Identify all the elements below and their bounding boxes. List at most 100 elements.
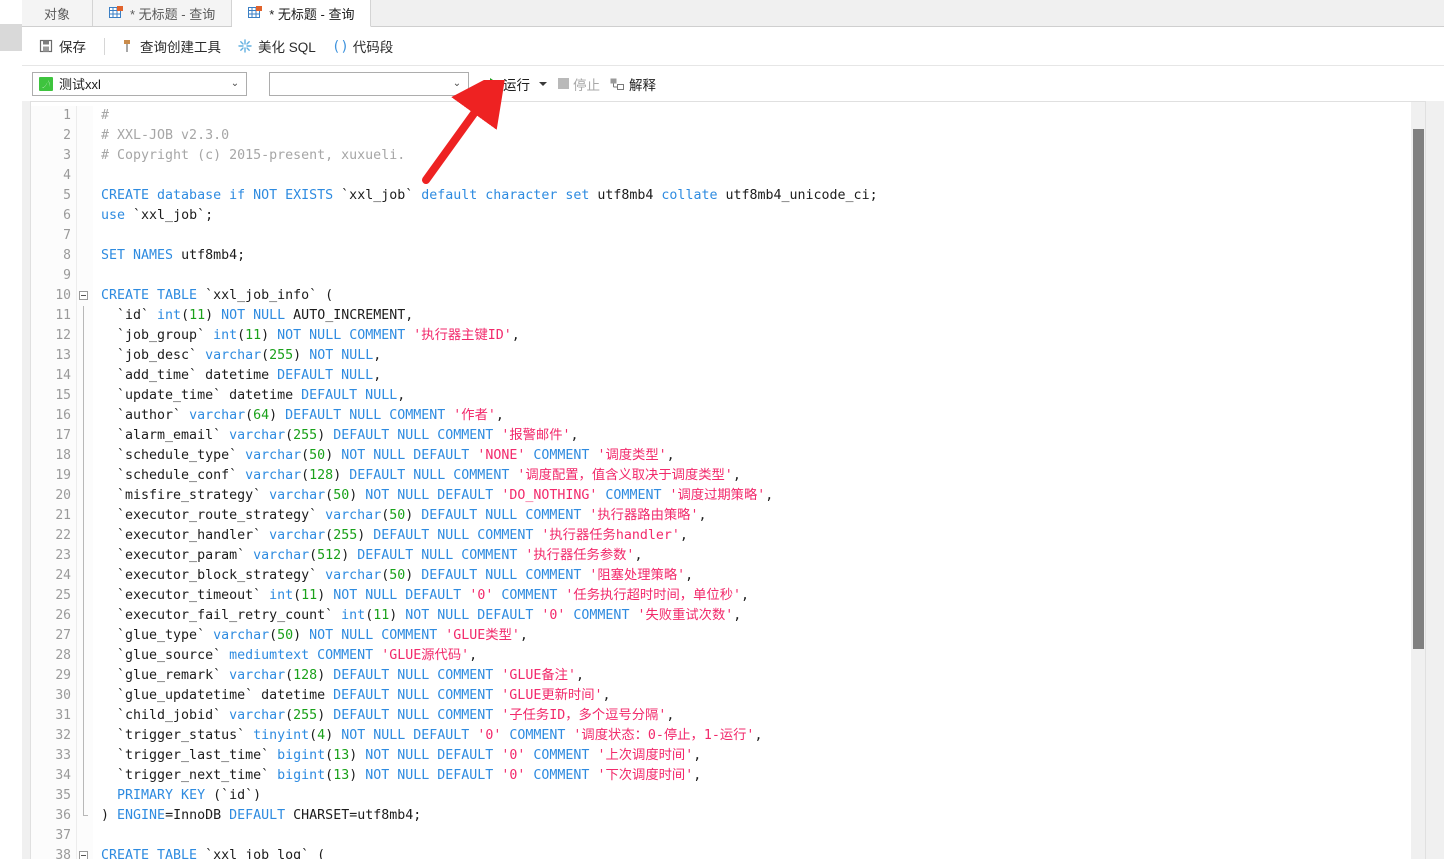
line-number: 8 <box>31 246 77 266</box>
fold-column[interactable] <box>77 426 93 446</box>
fold-guide-line <box>83 586 84 606</box>
fold-column[interactable] <box>77 346 93 366</box>
fold-column[interactable] <box>77 226 93 246</box>
fold-guide-line <box>83 426 84 446</box>
fold-column[interactable] <box>77 466 93 486</box>
fold-column[interactable] <box>77 506 93 526</box>
fold-column[interactable] <box>77 566 93 586</box>
fold-column[interactable] <box>77 706 93 726</box>
fold-column[interactable] <box>77 726 93 746</box>
fold-column[interactable] <box>77 326 93 346</box>
fold-column[interactable] <box>77 646 93 666</box>
code-line: 27 `glue_type` varchar(50) NOT NULL COMM… <box>31 626 1411 646</box>
fold-column[interactable] <box>77 766 93 786</box>
explain-button[interactable]: 解释 <box>605 72 661 96</box>
fold-column[interactable] <box>77 686 93 706</box>
fold-collapse-icon[interactable] <box>79 291 88 300</box>
code-line-text: `glue_updatetime` datetime DEFAULT NULL … <box>101 688 611 703</box>
code-line-text: `glue_source` mediumtext COMMENT 'GLUE源代… <box>101 648 478 663</box>
explain-icon <box>610 77 625 91</box>
line-number: 23 <box>31 546 77 566</box>
code-line: 12 `job_group` int(11) NOT NULL COMMENT … <box>31 326 1411 346</box>
tab-query-1[interactable]: * 无标题 - 查询 <box>93 0 233 26</box>
save-button[interactable]: 保存 <box>38 36 86 56</box>
fold-column[interactable] <box>77 106 93 126</box>
line-number: 24 <box>31 566 77 586</box>
code-line-text: `glue_remark` varchar(128) DEFAULT NULL … <box>101 668 584 683</box>
code-line-text: `misfire_strategy` varchar(50) NOT NULL … <box>101 488 774 503</box>
code-line-text: `trigger_status` tinyint(4) NOT NULL DEF… <box>101 728 763 743</box>
fold-column[interactable] <box>77 806 93 826</box>
fold-column[interactable] <box>77 606 93 626</box>
code-line: 38 CREATE TABLE `xxl_job_log` ( <box>31 846 1411 859</box>
fold-guide-line <box>83 546 84 566</box>
tab-objects-label: 对象 <box>44 6 71 22</box>
code-line-text: `update_time` datetime DEFAULT NULL, <box>101 388 406 403</box>
fold-column[interactable] <box>77 166 93 186</box>
fold-column[interactable] <box>77 246 93 266</box>
tab-objects[interactable]: 对象 <box>22 0 94 26</box>
query-builder-button[interactable]: 查询创建工具 <box>119 36 221 56</box>
run-dropdown-arrow-icon[interactable] <box>539 81 547 86</box>
fold-guide-line <box>83 626 84 646</box>
snippet-icon: () <box>332 38 349 55</box>
fold-column[interactable] <box>77 786 93 806</box>
line-number: 15 <box>31 386 77 406</box>
fold-column[interactable] <box>77 266 93 286</box>
execution-controls: 运行 停止 解释 <box>485 72 661 96</box>
fold-collapse-icon[interactable] <box>79 851 88 859</box>
scrollbar-thumb[interactable] <box>1413 129 1424 649</box>
snippet-button[interactable]: () 代码段 <box>332 36 394 56</box>
fold-column[interactable] <box>77 186 93 206</box>
fold-column[interactable] <box>77 126 93 146</box>
code-line-text: `executor_block_strategy` varchar(50) DE… <box>101 568 694 583</box>
fold-guide-line <box>83 386 84 406</box>
fold-column[interactable] <box>77 486 93 506</box>
tab-query-2-label: * 无标题 - 查询 <box>269 6 355 22</box>
fold-guide-line <box>83 306 84 326</box>
sidebar-collapsed-block[interactable] <box>0 24 22 51</box>
line-number: 2 <box>31 126 77 146</box>
explain-button-label: 解释 <box>629 77 656 93</box>
run-button[interactable]: 运行 <box>485 72 535 96</box>
sql-code-content[interactable]: 1 #2 # XXL-JOB v2.3.0 3 # Copyright (c) 2015… <box>31 106 1411 859</box>
fold-column[interactable] <box>77 526 93 546</box>
fold-column[interactable] <box>77 286 93 306</box>
fold-column[interactable] <box>77 626 93 646</box>
fold-column[interactable] <box>77 846 93 859</box>
line-number: 25 <box>31 586 77 606</box>
code-line: 19 `schedule_conf` varchar(128) DEFAULT … <box>31 466 1411 486</box>
fold-guide-line <box>83 606 84 626</box>
fold-column[interactable] <box>77 666 93 686</box>
fold-end-marker <box>83 806 88 816</box>
code-line: 3 # Copyright (c) 2015-present, xuxueli. <box>31 146 1411 166</box>
schema-select[interactable]: ⌄ <box>269 71 469 96</box>
editor-vertical-scrollbar[interactable] <box>1411 102 1425 859</box>
sql-editor: 1 #2 # XXL-JOB v2.3.0 3 # Copyright (c) 2015… <box>22 101 1444 859</box>
fold-column[interactable] <box>77 386 93 406</box>
fold-guide-line <box>83 366 84 386</box>
fold-column[interactable] <box>77 366 93 386</box>
line-number: 38 <box>31 846 77 859</box>
beautify-sql-button[interactable]: 美化 SQL <box>237 36 316 56</box>
code-line-text: CREATE TABLE `xxl_job_info` ( <box>101 288 334 303</box>
snippet-label: 代码段 <box>352 40 394 55</box>
sql-editor-surface[interactable]: 1 #2 # XXL-JOB v2.3.0 3 # Copyright (c) 2015… <box>30 101 1426 859</box>
stop-button[interactable]: 停止 <box>553 72 605 96</box>
code-line-text: `child_jobid` varchar(255) DEFAULT NULL … <box>101 708 675 723</box>
database-select[interactable]: 测试xxl ⌄ <box>32 71 247 96</box>
svg-text:(): () <box>332 39 348 54</box>
code-line-text: # XXL-JOB v2.3.0 <box>101 128 230 143</box>
fold-column[interactable] <box>77 406 93 426</box>
fold-column[interactable] <box>77 826 93 846</box>
fold-column[interactable] <box>77 746 93 766</box>
line-number: 12 <box>31 326 77 346</box>
fold-column[interactable] <box>77 206 93 226</box>
tab-query-2[interactable]: * 无标题 - 查询 <box>232 0 372 27</box>
fold-column[interactable] <box>77 146 93 166</box>
fold-column[interactable] <box>77 446 93 466</box>
fold-column[interactable] <box>77 306 93 326</box>
fold-column[interactable] <box>77 546 93 566</box>
fold-column[interactable] <box>77 586 93 606</box>
line-number: 37 <box>31 826 77 846</box>
